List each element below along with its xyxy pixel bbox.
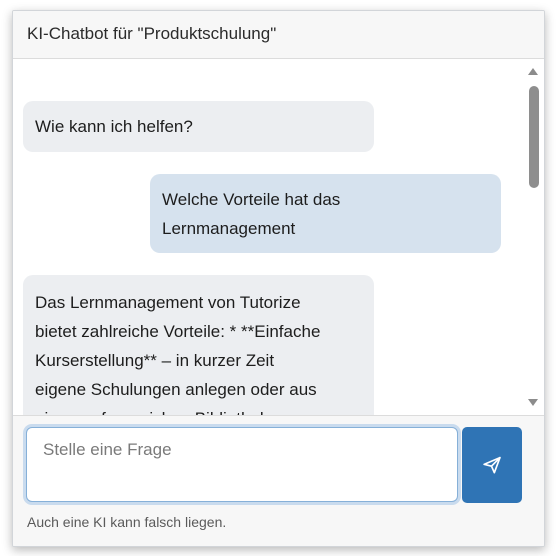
message-list[interactable]: Wie kann ich helfen? Welche Vorteile hat… — [13, 59, 544, 415]
scroll-up-arrow-icon[interactable] — [528, 68, 538, 75]
chat-footer: Auch eine KI kann falsch liegen. — [13, 415, 544, 546]
bot-message-line: Das Lernmanagement von Tutorize — [35, 293, 301, 312]
bot-message-line: Kurserstellung** – in kurzer Zeit — [35, 351, 275, 370]
bot-message-line: eigene Schulungen anlegen oder aus — [35, 380, 317, 399]
bot-message-text: Wie kann ich helfen? — [35, 117, 193, 136]
question-input[interactable] — [26, 427, 458, 502]
scrollbar-thumb[interactable] — [529, 86, 539, 188]
bot-message: Wie kann ich helfen? — [23, 101, 374, 152]
message-scrollbar[interactable] — [522, 59, 544, 415]
user-message: Welche Vorteile hat das Lernmanagement — [150, 174, 501, 253]
chat-window: KI-Chatbot für "Produktschulung" Wie kan… — [12, 10, 545, 547]
bot-message-line: bietet zahlreiche Vorteile: * **Einfache — [35, 322, 321, 341]
chat-header: KI-Chatbot für "Produktschulung" — [13, 11, 544, 59]
send-icon — [483, 456, 501, 474]
user-message-line: Welche Vorteile hat das — [162, 190, 341, 209]
send-button[interactable] — [462, 427, 522, 503]
bot-message-line: einer umfangreichen Bibliothek — [35, 404, 362, 415]
chat-title: KI-Chatbot für "Produktschulung" — [27, 24, 277, 43]
user-message-line: Lernmanagement — [162, 219, 296, 238]
scroll-down-arrow-icon[interactable] — [528, 399, 538, 406]
disclaimer-text: Auch eine KI kann falsch liegen. — [27, 514, 227, 530]
bot-message: Das Lernmanagement von Tutorize bietet z… — [23, 275, 374, 415]
